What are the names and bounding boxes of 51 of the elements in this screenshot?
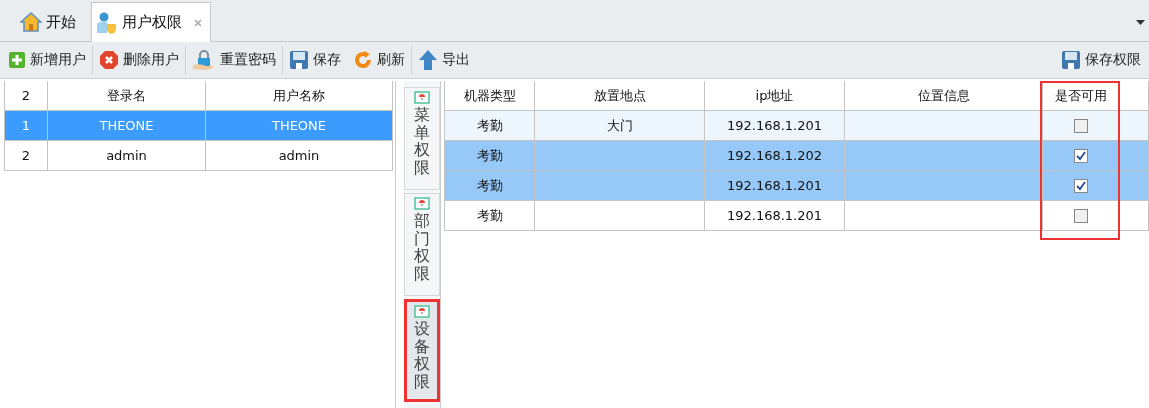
table-cell: THEONE <box>47 110 206 141</box>
table-cell: 考勤 <box>444 170 535 201</box>
table-cell: 192.168.1.202 <box>704 140 845 171</box>
toolbar-button[interactable]: 新增用户 <box>2 45 92 75</box>
table-cell: admin <box>47 140 206 171</box>
toolbar-button[interactable]: 刷新 <box>347 45 411 75</box>
table-cell: 192.168.1.201 <box>704 200 845 231</box>
checkbox[interactable] <box>1073 179 1088 194</box>
toolbar-button[interactable]: 导出 <box>412 45 476 75</box>
table-cell: admin <box>205 140 393 171</box>
plus-icon <box>8 51 26 69</box>
table-cell: 192.168.1.201 <box>704 110 845 141</box>
refresh-icon <box>353 50 373 70</box>
checkbox[interactable] <box>1073 119 1088 134</box>
column-header[interactable]: 用户名称 <box>205 81 393 111</box>
checkbox[interactable] <box>1073 149 1088 164</box>
column-header[interactable]: 登录名 <box>47 81 206 111</box>
table-cell: 考勤 <box>444 140 535 171</box>
table-row[interactable]: 2 admin admin <box>4 140 393 171</box>
table-row[interactable]: 考勤 大门 192.168.1.201 <box>444 110 1149 141</box>
table-row[interactable]: 考勤 192.168.1.202 <box>444 140 1149 171</box>
house-icon <box>20 12 42 32</box>
table-cell: 192.168.1.201 <box>704 170 845 201</box>
toolbar-button[interactable]: 保存 <box>283 45 347 75</box>
toolbar-button[interactable]: 重置密码 <box>186 45 282 75</box>
column-header[interactable]: 机器类型 <box>444 81 535 111</box>
table-row[interactable]: 考勤 192.168.1.201 <box>444 170 1149 201</box>
column-header[interactable]: 放置地点 <box>534 81 705 111</box>
up-arrow-icon <box>418 49 438 71</box>
user-shield-icon <box>96 11 118 34</box>
delete-icon <box>99 50 119 70</box>
column-header[interactable]: 位置信息 <box>844 81 1043 111</box>
toolbar-button[interactable]: 删除用户 <box>93 45 185 75</box>
vertical-tab[interactable]: 设备权限 <box>404 299 440 402</box>
lock-icon <box>192 50 216 70</box>
dropdown-caret-icon[interactable] <box>1136 20 1145 25</box>
table-row[interactable]: 考勤 192.168.1.201 <box>444 200 1149 231</box>
column-header[interactable]: ip地址 <box>704 81 845 111</box>
checkbox[interactable] <box>1073 209 1088 224</box>
vertical-tab[interactable]: 部门权限 <box>404 193 440 296</box>
row-count: 2 <box>4 81 48 111</box>
tab[interactable]: 用户权限 <box>91 2 211 42</box>
toolbar-button[interactable]: 保存权限 <box>1055 45 1147 75</box>
row-number: 1 <box>4 110 48 141</box>
table-cell: 考勤 <box>444 110 535 141</box>
row-number: 2 <box>4 140 48 171</box>
tab[interactable]: 开始 <box>3 2 91 41</box>
table-cell: 大门 <box>534 110 705 141</box>
table-cell: 考勤 <box>444 200 535 231</box>
vertical-tab[interactable]: 菜单权限 <box>404 87 440 190</box>
table-cell: THEONE <box>205 110 393 141</box>
